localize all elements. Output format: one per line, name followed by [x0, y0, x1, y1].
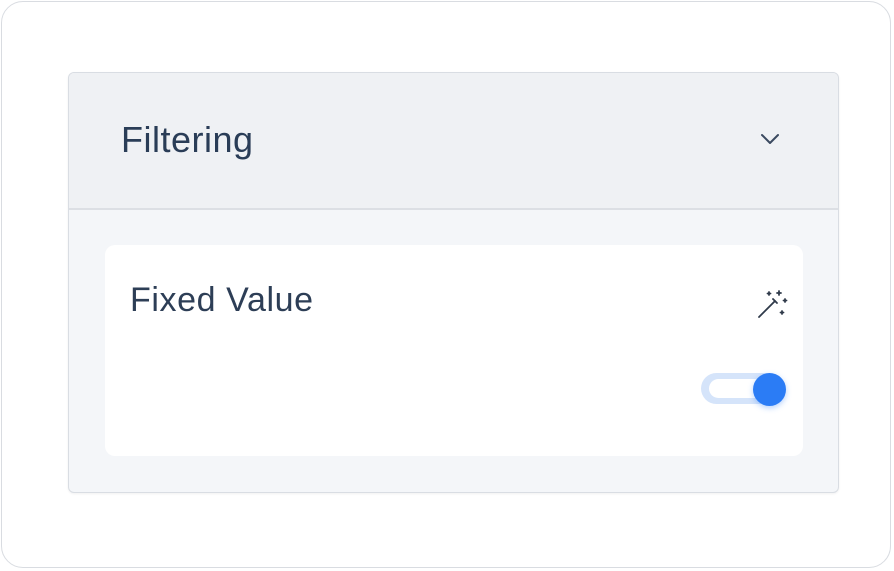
fixed-value-card: Fixed Value — [105, 245, 803, 456]
section-title: Filtering — [121, 119, 254, 160]
toggle-knob — [753, 373, 786, 406]
filtering-panel: Filtering Fixed Value — [68, 72, 839, 493]
chevron-down-icon[interactable] — [759, 131, 781, 147]
outer-frame: Filtering Fixed Value — [1, 1, 891, 568]
filtering-section-header[interactable]: Filtering — [69, 73, 838, 210]
fixed-value-toggle[interactable] — [701, 372, 789, 408]
fixed-value-label: Fixed Value — [130, 281, 314, 319]
magic-wand-icon[interactable] — [753, 287, 789, 323]
